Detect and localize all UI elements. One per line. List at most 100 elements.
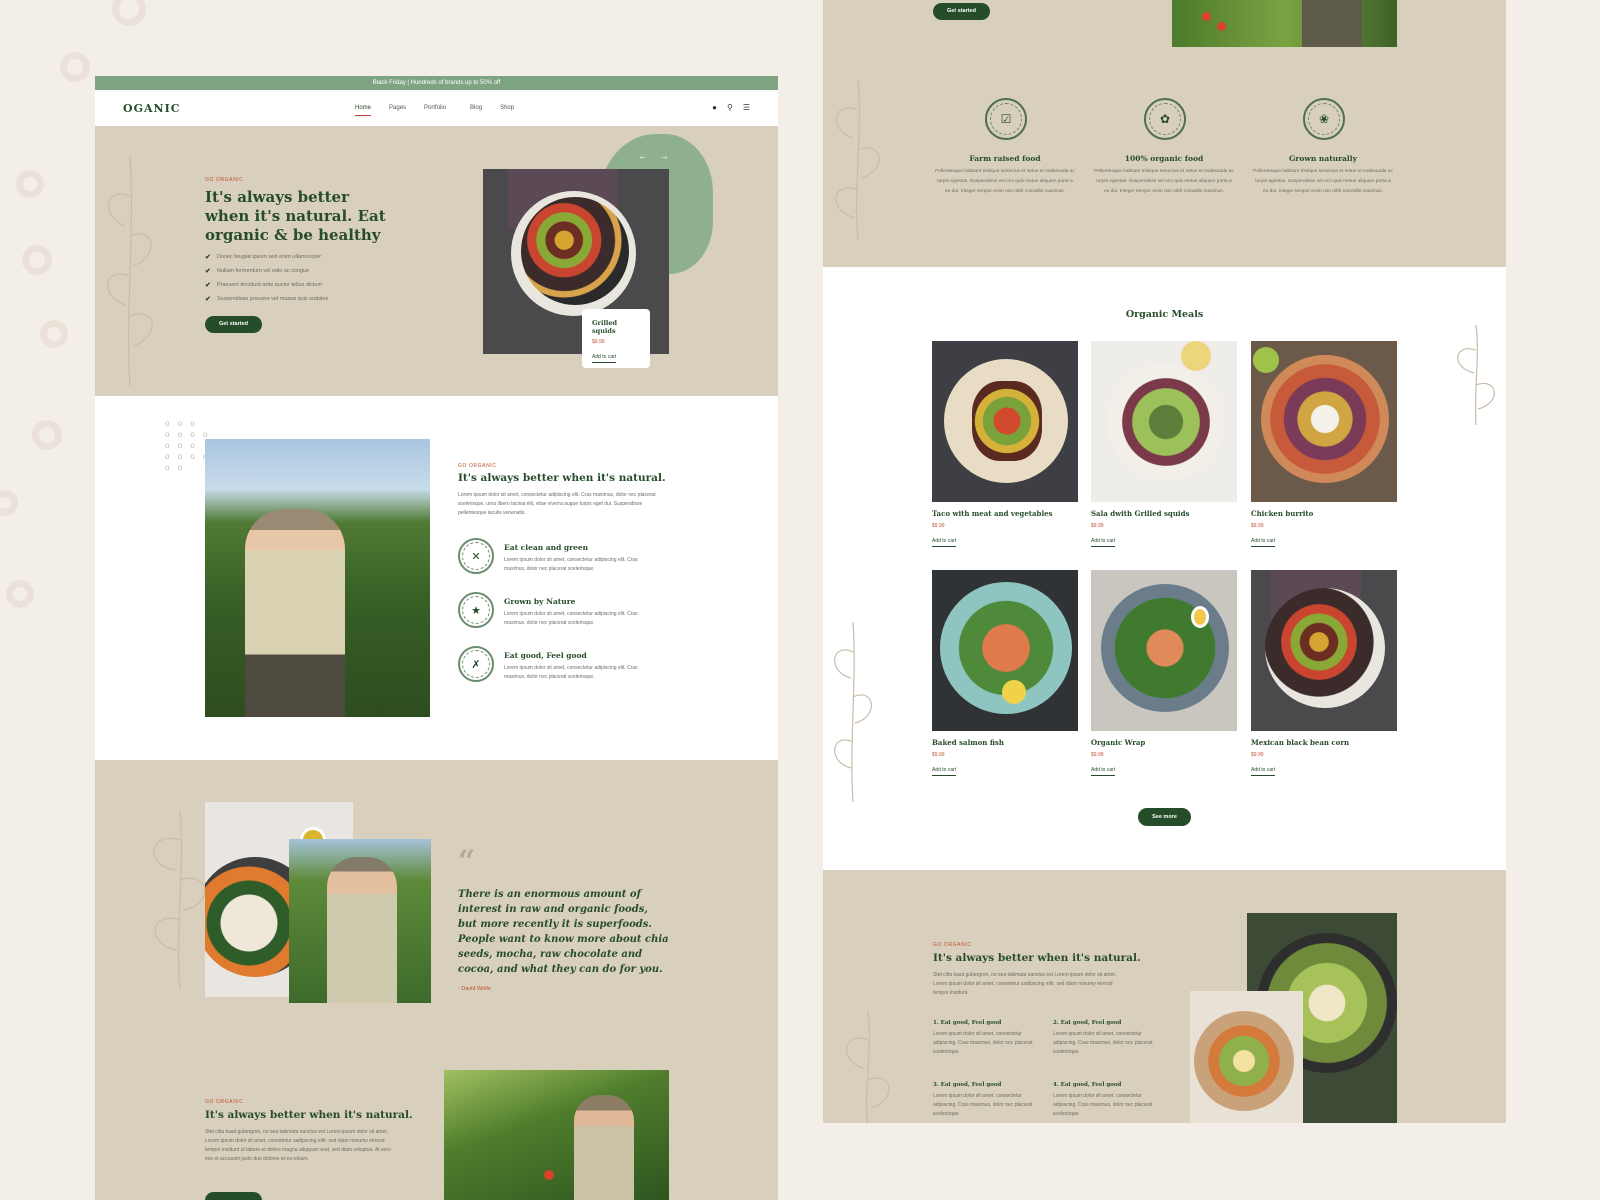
burrito-bowl	[1261, 355, 1389, 483]
hero-product-card[interactable]: Grilled squids $9.99 Add to cart	[582, 309, 650, 368]
see-more-button[interactable]: See more	[1138, 808, 1191, 826]
taco-image	[932, 341, 1078, 502]
bottom-title: It's always better when it's natural.	[205, 1109, 413, 1121]
leaf-decoration	[1457, 325, 1495, 425]
natural-badge-icon: ❀	[1303, 98, 1345, 140]
benefits-row: ☑ Farm raised food Pellentesque habitant…	[823, 98, 1506, 218]
wrap-bowl-image	[1091, 570, 1237, 731]
feature-title: Eat good, Feel good	[504, 651, 587, 660]
organic-leaf-badge-icon: ✿	[1144, 98, 1186, 140]
nav-pages[interactable]: Pages	[389, 105, 406, 111]
step-item: 3. Eat good, Feel good Lorem ipsum dolor…	[933, 1082, 1033, 1119]
lemon	[1002, 680, 1026, 704]
brand-logo[interactable]: OGANIC	[123, 102, 180, 115]
about-title: It's always better when it's natural.	[458, 472, 666, 484]
benefit-title: 100% organic food	[1124, 154, 1204, 163]
steps-section: GO ORGANIC It's always better when it's …	[823, 870, 1506, 1123]
homepage-right-preview: Get started ☑ Farm raised food Pellentes…	[823, 0, 1506, 1123]
background-ring-decoration	[112, 0, 146, 26]
quote-section: “ There is an enormous amount of interes…	[95, 760, 778, 1200]
juice-glass	[1181, 341, 1211, 371]
add-to-cart-link[interactable]: Add to cart	[592, 354, 617, 363]
premium-quality-badge-icon: ★	[458, 592, 494, 628]
bottom-eyebrow: GO ORGANIC	[205, 1099, 244, 1105]
quote-text: There is an enormous amount of interest …	[458, 889, 669, 975]
background-ring-decoration	[16, 170, 44, 198]
add-to-cart-link[interactable]: Add to cart	[1251, 767, 1276, 776]
quote-icon: “	[458, 844, 476, 879]
benefit-text: Pellentesque habitant tristique senectus…	[1094, 169, 1234, 194]
feature-title: Grown by Nature	[504, 597, 576, 606]
feature-text: Lorem ipsum dolor sit amet, consectetur …	[504, 611, 638, 626]
homepage-left-preview: Black Friday | Hundreds of brands up to …	[95, 76, 778, 1200]
meal-name: Taco with meat and vegetables	[932, 509, 1053, 518]
add-to-cart-link[interactable]: Add to cart	[1251, 538, 1276, 547]
search-icon[interactable]: ⚲	[727, 103, 733, 112]
feature-text: Lorem ipsum dolor sit amet, consectetur …	[504, 557, 638, 572]
step-item: 2. Eat good, Feel good Lorem ipsum dolor…	[1053, 1020, 1153, 1057]
bottom-button[interactable]	[205, 1192, 262, 1200]
farm-raised-badge-icon: ☑	[985, 98, 1027, 140]
meal-price: $9.99	[932, 523, 945, 529]
product-price: $9.99	[592, 339, 605, 345]
nav-blog[interactable]: Blog	[470, 105, 482, 111]
meal-card[interactable]: Mexican black bean corn $9.90 Add to car…	[1251, 570, 1397, 776]
meal-card[interactable]: Organic Wrap $9.99 Add to cart	[1091, 570, 1237, 776]
meal-name: Sala dwith Grilled squids	[1091, 509, 1190, 518]
arrow-right-icon[interactable]: →	[659, 151, 669, 162]
meal-name: Mexican black bean corn	[1251, 738, 1350, 747]
farmer-figure	[1302, 0, 1362, 47]
top-navbar: OGANIC Home Pages Portfolio Blog Shop ● …	[95, 90, 778, 126]
burrito-bowl-image	[1251, 341, 1397, 502]
meal-card[interactable]: Baked salmon fish $9.99 Add to cart	[932, 570, 1078, 776]
add-to-cart-link[interactable]: Add to cart	[932, 538, 957, 547]
farmer-figure	[327, 857, 397, 1003]
nav-portfolio[interactable]: Portfolio	[424, 105, 446, 111]
meal-price: $9.99	[1091, 752, 1104, 758]
farmer-figure	[245, 509, 345, 717]
meal-card[interactable]: Sala dwith Grilled squids $9.99 Add to c…	[1091, 341, 1237, 547]
step-text: Lorem ipsum dolor sit amet, consectetur …	[1053, 1031, 1153, 1055]
bottom-body: Stet clita kasd gubergren, no sea takima…	[205, 1129, 391, 1162]
arrow-left-icon[interactable]: ←	[638, 151, 648, 162]
add-to-cart-link[interactable]: Add to cart	[1091, 767, 1116, 776]
lime	[1253, 347, 1279, 373]
benefit-column: ❀ Grown naturally Pellentesque habitant …	[1253, 98, 1393, 197]
meal-price: $9.99	[932, 752, 945, 758]
top-get-started-button[interactable]: Get started	[933, 3, 990, 20]
meal-card[interactable]: Taco with meat and vegetables $9.99 Add …	[932, 341, 1078, 547]
add-to-cart-link[interactable]: Add to cart	[1091, 538, 1116, 547]
benefit-title: Farm raised food	[969, 154, 1041, 163]
step-text: Lorem ipsum dolor sit amet, consectetur …	[1053, 1093, 1153, 1117]
add-to-cart-link[interactable]: Add to cart	[932, 767, 957, 776]
bowl	[521, 197, 629, 305]
hero-get-started-button[interactable]: Get started	[205, 316, 262, 333]
tomato	[1217, 22, 1226, 31]
background-ring-decoration	[22, 245, 52, 275]
check-icon: ✔	[205, 254, 211, 261]
step-text: Lorem ipsum dolor sit amet, consectetur …	[933, 1031, 1033, 1055]
background-ring-decoration	[0, 490, 18, 516]
farmer-image	[205, 439, 430, 717]
menu-icon[interactable]: ☰	[743, 103, 750, 112]
check-icon: ✔	[205, 296, 211, 303]
feature-text: Lorem ipsum dolor sit amet, consectetur …	[504, 665, 638, 680]
organic-meals-section: Organic Meals Taco with meat and vegetab…	[823, 267, 1506, 870]
user-icon[interactable]: ●	[712, 103, 717, 112]
nav-shop[interactable]: Shop	[500, 105, 514, 111]
meal-price: $9.90	[1251, 523, 1264, 529]
nav-home[interactable]: Home	[355, 105, 372, 116]
meals-title: Organic Meals	[1125, 309, 1204, 320]
meal-name: Organic Wrap	[1091, 738, 1146, 747]
farmer-corn-image	[289, 839, 431, 1003]
background-ring-decoration	[32, 420, 62, 450]
steps-title: It's always better when it's natural.	[933, 952, 1141, 964]
meal-price: $9.90	[1251, 752, 1264, 758]
salmon-image	[932, 570, 1078, 731]
check-icon: ✔	[205, 282, 211, 289]
steps-body: Stet clita kasd gubergren, no sea takima…	[933, 972, 1117, 996]
step-item: 4. Eat good, Feel good Lorem ipsum dolor…	[1053, 1082, 1153, 1119]
meal-card[interactable]: Chicken burrito $9.90 Add to cart	[1251, 341, 1397, 547]
tomato	[1202, 12, 1211, 21]
egg	[1191, 606, 1209, 628]
